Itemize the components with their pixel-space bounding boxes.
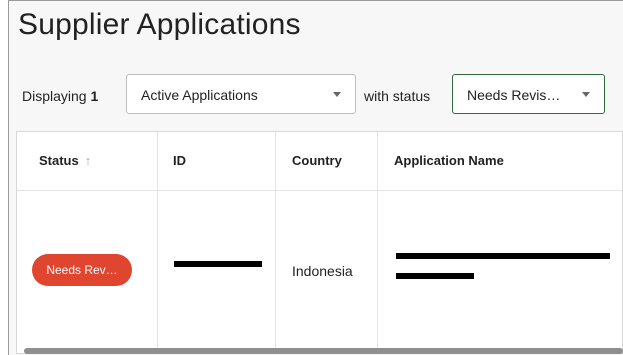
sort-up-icon[interactable]: ↑ bbox=[85, 153, 92, 168]
column-divider bbox=[275, 132, 276, 353]
column-header-application-name[interactable]: Application Name bbox=[394, 153, 504, 168]
status-filter-value: Needs Revis… bbox=[467, 87, 561, 103]
redacted-application-name-line2 bbox=[396, 273, 474, 279]
redacted-id bbox=[174, 261, 262, 267]
displaying-label: Displaying bbox=[22, 88, 87, 104]
column-divider bbox=[377, 132, 378, 353]
application-type-select[interactable]: Active Applications bbox=[126, 74, 356, 114]
chevron-down-icon bbox=[582, 92, 590, 97]
displaying-count: 1 bbox=[90, 88, 99, 104]
column-header-status[interactable]: Status ↑ bbox=[39, 153, 91, 168]
country-cell: Indonesia bbox=[292, 263, 353, 279]
page-title: Supplier Applications bbox=[18, 8, 301, 41]
status-filter-select[interactable]: Needs Revis… bbox=[452, 74, 605, 114]
applications-table: Status ↑ ID Country Application Name Need… bbox=[16, 131, 623, 354]
with-status-label: with status bbox=[364, 88, 431, 104]
chevron-down-icon bbox=[333, 92, 341, 97]
redacted-application-name-line1 bbox=[396, 253, 610, 259]
horizontal-scrollbar[interactable] bbox=[24, 348, 623, 354]
status-badge[interactable]: Needs Rev… bbox=[32, 254, 132, 286]
column-divider bbox=[157, 132, 158, 353]
displaying-text: Displaying 1 bbox=[22, 88, 98, 104]
column-header-id[interactable]: ID bbox=[173, 153, 186, 168]
column-header-country[interactable]: Country bbox=[292, 153, 342, 168]
application-type-value: Active Applications bbox=[141, 87, 258, 103]
table-header-row: Status ↑ ID Country Application Name bbox=[17, 132, 622, 191]
